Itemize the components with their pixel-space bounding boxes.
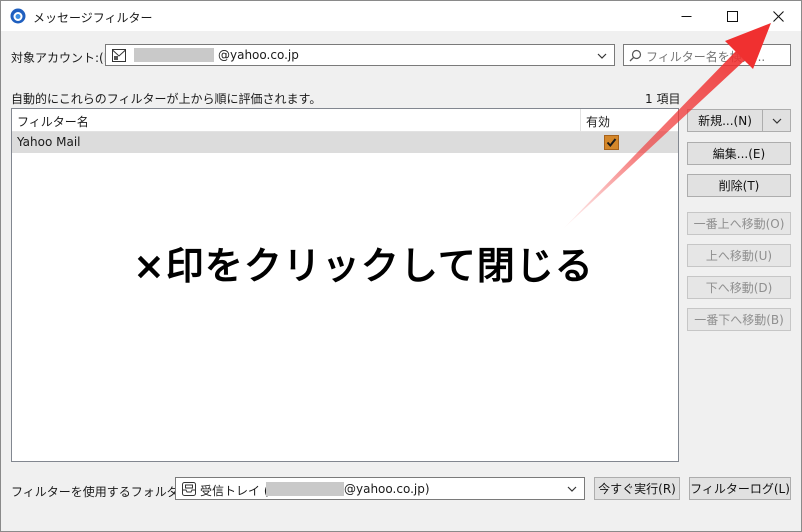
annotation-text: ×印をクリックして閉じる xyxy=(133,244,594,288)
message-filters-window: メッセージフィルター 対象アカウント:(F) @yahoo.co.jp フィルタ… xyxy=(0,0,802,532)
